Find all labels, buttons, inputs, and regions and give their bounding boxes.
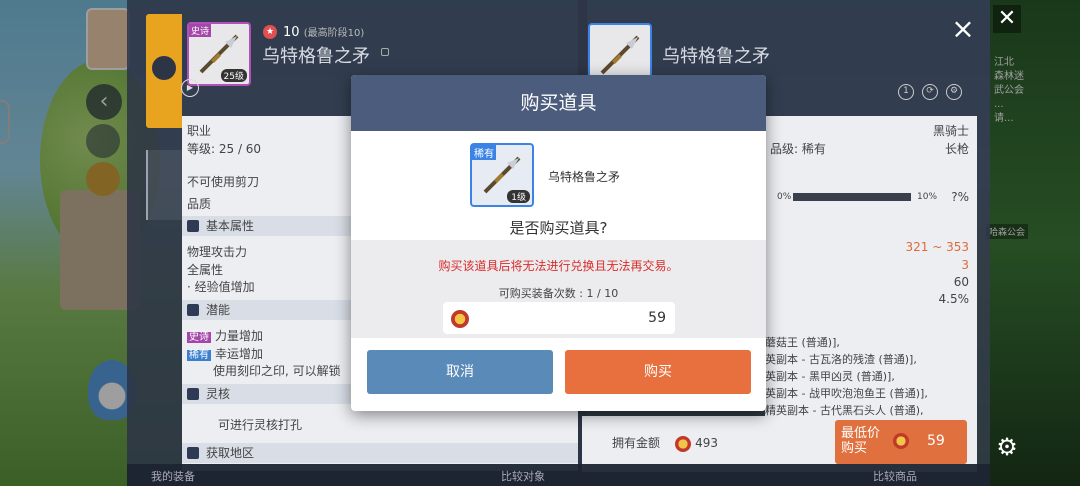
attr-row: 物理攻击力 xyxy=(187,245,248,259)
dialog-title: 购买道具 xyxy=(351,75,766,131)
warning-text: 购买该道具后将无法进行兑换且无法再交易。 xyxy=(438,259,679,273)
level-label: 等级: 25 / 60 xyxy=(187,142,262,156)
close-window-icon[interactable]: ✕ xyxy=(993,5,1021,33)
level-badge: 25级 xyxy=(220,69,247,82)
buy-button[interactable]: 购买 xyxy=(565,350,751,394)
tab-compare-target[interactable]: 比较对象 xyxy=(501,468,545,484)
compare-item-name: 乌特格鲁之矛 xyxy=(662,46,770,67)
price-box: 59 xyxy=(443,302,675,334)
pct-left: 0% xyxy=(777,192,792,202)
stat-value: 3 xyxy=(961,258,969,272)
purchase-count: 可购买装备次数 : 1 / 10 xyxy=(498,287,619,300)
potential-row: 稀有 幸运增加 xyxy=(187,347,264,361)
progress-bar xyxy=(793,193,911,201)
play-icon[interactable]: ▶ xyxy=(181,79,199,97)
info-icon[interactable]: 1 xyxy=(898,84,914,100)
item-name: 乌特格鲁之矛 xyxy=(262,46,370,67)
coin-icon xyxy=(451,310,469,328)
spear-icon xyxy=(600,35,640,75)
potential-row: 史诗 力量增加 xyxy=(187,329,264,343)
weapon-type: 长枪 xyxy=(944,142,969,156)
quality-label: 品质 xyxy=(187,197,212,211)
dialog-question: 是否购买道具? xyxy=(509,219,608,237)
grade-value: 品级: 稀有 xyxy=(770,142,826,156)
potential-icon xyxy=(187,304,199,316)
bottom-tab-bar: 我的装备 比较对象 比较商品 xyxy=(127,464,990,486)
source-section: 获取地区 xyxy=(182,443,578,463)
level-badge: 1级 xyxy=(507,190,530,203)
soul-icon xyxy=(187,388,199,400)
coin-icon xyxy=(893,433,909,449)
dialog-item-frame: 稀有 1级 xyxy=(470,143,534,207)
lock-icon xyxy=(381,48,389,56)
settings-icon[interactable]: ⚙ xyxy=(946,84,962,100)
gear-icon[interactable]: ⚙ xyxy=(994,434,1020,460)
no-scissors-label: 不可使用剪刀 xyxy=(187,175,260,189)
attr-row: 全属性 xyxy=(187,263,224,277)
potential-row: 使用刻印之印, 可以解锁 xyxy=(213,364,341,378)
pct-right: 10% xyxy=(917,192,938,202)
coin-icon xyxy=(675,435,692,452)
dialog-body: 购买该道具后将无法进行兑换且无法再交易。 可购买装备次数 : 1 / 10 59 xyxy=(351,240,766,338)
close-icon[interactable]: × xyxy=(950,15,976,43)
refresh-icon[interactable]: ⟳ xyxy=(922,84,938,100)
chart-tab[interactable] xyxy=(146,150,182,220)
pct-unknown: ?% xyxy=(951,190,969,204)
hanger-tab[interactable] xyxy=(146,270,182,330)
compare-stats-sheet: 黑骑士 品级: 稀有 长枪 0% 10% ?% 321 ~ 353 3 60 4… xyxy=(765,116,977,417)
stat-value: 321 ~ 353 xyxy=(905,240,970,254)
dialog-item-name: 乌特格鲁之矛 xyxy=(548,170,621,184)
tab-compare-item[interactable]: 比较商品 xyxy=(873,468,917,484)
stat-value: 4.5% xyxy=(938,292,970,306)
tab-my-equipment[interactable]: 我的装备 xyxy=(151,468,195,484)
source-list: 蘑菇王 (普通)], 英副本 - 古瓦洛的残渣 (普通)], 英副本 - 黑甲凶… xyxy=(765,336,928,417)
sword-icon xyxy=(187,220,199,232)
job-tab[interactable] xyxy=(146,14,182,128)
soul-text: 可进行灵核打孔 xyxy=(218,418,303,432)
purchase-dialog: 购买道具 稀有 1级 乌特格鲁之矛 是否购买道具? 购买该道具后将无法进行兑换且… xyxy=(351,75,766,411)
job-label: 职业 xyxy=(187,124,212,138)
compare-actions: 1 ⟳ ⚙ xyxy=(898,78,970,100)
buy-lowest-button[interactable]: 最低价 购买 59 xyxy=(835,420,967,464)
star-level: 10 (最高阶段10) xyxy=(283,25,365,40)
star-icon: ★ xyxy=(263,25,277,39)
price-value: 59 xyxy=(648,310,666,326)
job-value: 黑骑士 xyxy=(932,124,969,138)
equipped-item-frame[interactable]: 史诗 25级 xyxy=(187,22,251,86)
owned-amount: 拥有金额 493 xyxy=(612,435,719,452)
stat-value: 60 xyxy=(953,275,969,289)
attr-row: · 经验值增加 xyxy=(187,280,255,294)
cancel-button[interactable]: 取消 xyxy=(367,350,553,394)
location-icon xyxy=(187,447,199,459)
helmet-icon xyxy=(152,56,176,80)
